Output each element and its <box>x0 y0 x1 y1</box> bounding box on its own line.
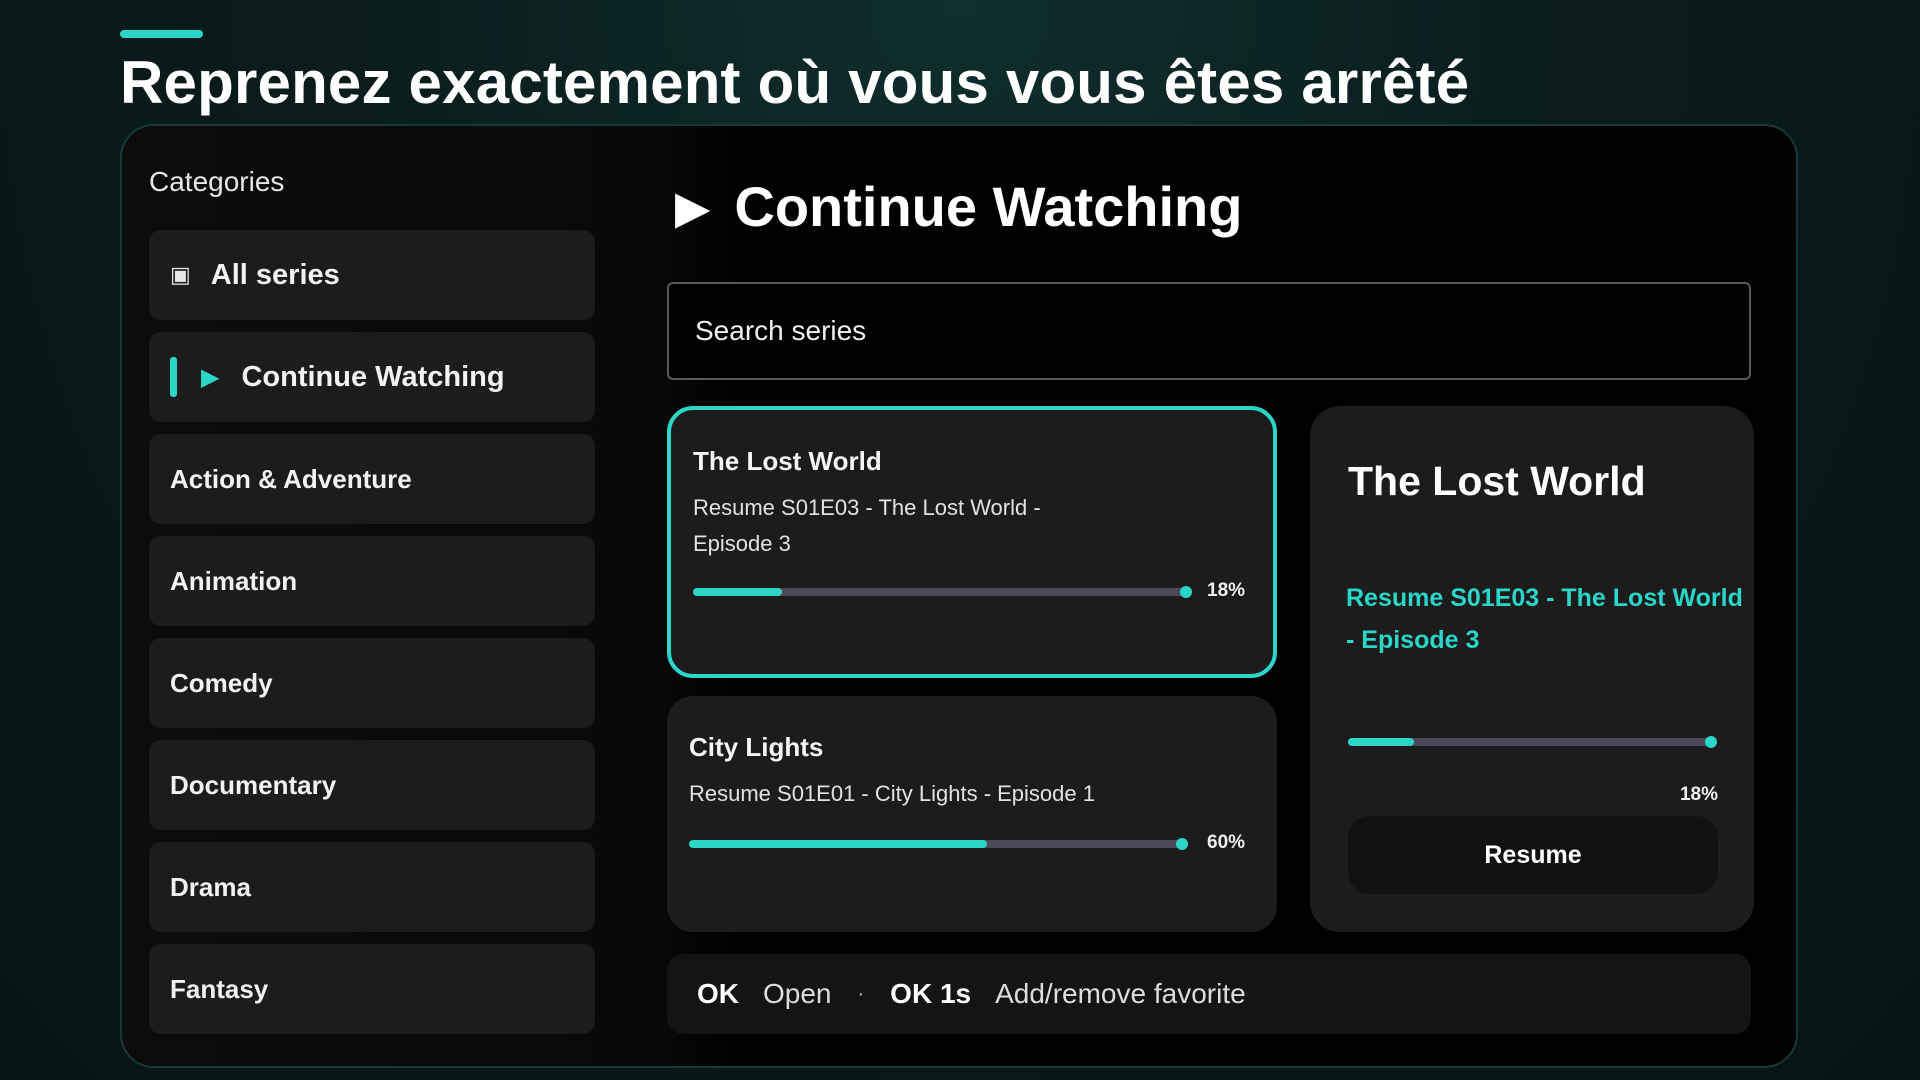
card-title: City Lights <box>689 732 824 762</box>
search-input[interactable] <box>667 282 1751 380</box>
category-label: Drama <box>170 871 251 902</box>
resume-button[interactable]: Resume <box>1348 816 1718 894</box>
categories-sidebar: Categories ▣ All series ▶ Continue Watch… <box>122 126 742 1066</box>
category-label: Continue Watching <box>241 360 505 393</box>
progress-end-dot <box>1176 838 1188 850</box>
card-subtitle: Resume S01E01 - City Lights - Episode 1 <box>689 781 1095 806</box>
active-indicator <box>170 357 177 397</box>
card-title: The Lost World <box>693 446 882 476</box>
category-all-series[interactable]: ▣ All series <box>149 230 595 320</box>
play-icon: ▶ <box>201 363 220 391</box>
category-continue-watching[interactable]: ▶ Continue Watching <box>149 332 595 422</box>
category-drama[interactable]: Drama <box>149 842 595 932</box>
progress-percent: 18% <box>1679 784 1718 805</box>
headline-accent-bar <box>120 30 203 38</box>
hint-key-ok: OK <box>697 978 739 1009</box>
category-label: Animation <box>170 565 298 596</box>
hint-key-ok-long: OK 1s <box>890 978 972 1009</box>
sidebar-title: Categories <box>149 166 285 197</box>
progress-bar <box>689 838 1188 850</box>
progress-end-dot <box>1180 586 1192 598</box>
key-hints-bar: OK Open · OK 1s Add/remove favorite <box>667 954 1751 1034</box>
detail-title: The Lost World <box>1348 458 1646 504</box>
category-label: Comedy <box>170 667 273 698</box>
app-panel: Categories ▣ All series ▶ Continue Watch… <box>120 124 1798 1068</box>
category-comedy[interactable]: Comedy <box>149 638 595 728</box>
progress-end-dot <box>1705 736 1717 748</box>
category-label: Fantasy <box>170 973 269 1004</box>
category-animation[interactable]: Animation <box>149 536 595 626</box>
series-detail-panel: The Lost World Resume S01E03 - The Lost … <box>1310 406 1754 932</box>
progress-percent: 18% <box>1207 580 1246 601</box>
grid-square-icon: ▣ <box>170 262 191 287</box>
hint-action-open: Open <box>763 978 832 1009</box>
hint-separator: · <box>857 982 865 1005</box>
category-label: Action & Adventure <box>170 463 412 494</box>
progress-bar <box>693 586 1192 598</box>
play-icon: ▶ <box>675 180 711 233</box>
series-card-city-lights[interactable]: City Lights Resume S01E01 - City Lights … <box>667 696 1277 932</box>
progress-fill <box>693 588 783 596</box>
detail-subtitle: Resume S01E03 - The Lost World - Episode… <box>1346 584 1743 654</box>
progress-bar <box>1348 736 1717 748</box>
category-fantasy[interactable]: Fantasy <box>149 944 595 1034</box>
category-label: Documentary <box>170 769 337 800</box>
category-documentary[interactable]: Documentary <box>149 740 595 830</box>
category-list: ▣ All series ▶ Continue Watching Action … <box>149 230 595 1046</box>
category-label: All series <box>210 258 340 291</box>
progress-fill <box>1348 738 1414 746</box>
category-action-adventure[interactable]: Action & Adventure <box>149 434 595 524</box>
page-headline: Reprenez exactement où vous vous êtes ar… <box>120 49 1470 116</box>
progress-fill <box>689 840 987 848</box>
card-subtitle: Resume S01E03 - The Lost World - Episode… <box>693 495 1041 556</box>
series-card-the-lost-world[interactable]: The Lost World Resume S01E03 - The Lost … <box>667 406 1277 678</box>
progress-percent: 60% <box>1207 832 1246 853</box>
hint-action-favorite: Add/remove favorite <box>995 978 1246 1009</box>
section-title-text: Continue Watching <box>734 175 1243 238</box>
section-title: ▶ Continue Watching <box>675 174 1242 239</box>
